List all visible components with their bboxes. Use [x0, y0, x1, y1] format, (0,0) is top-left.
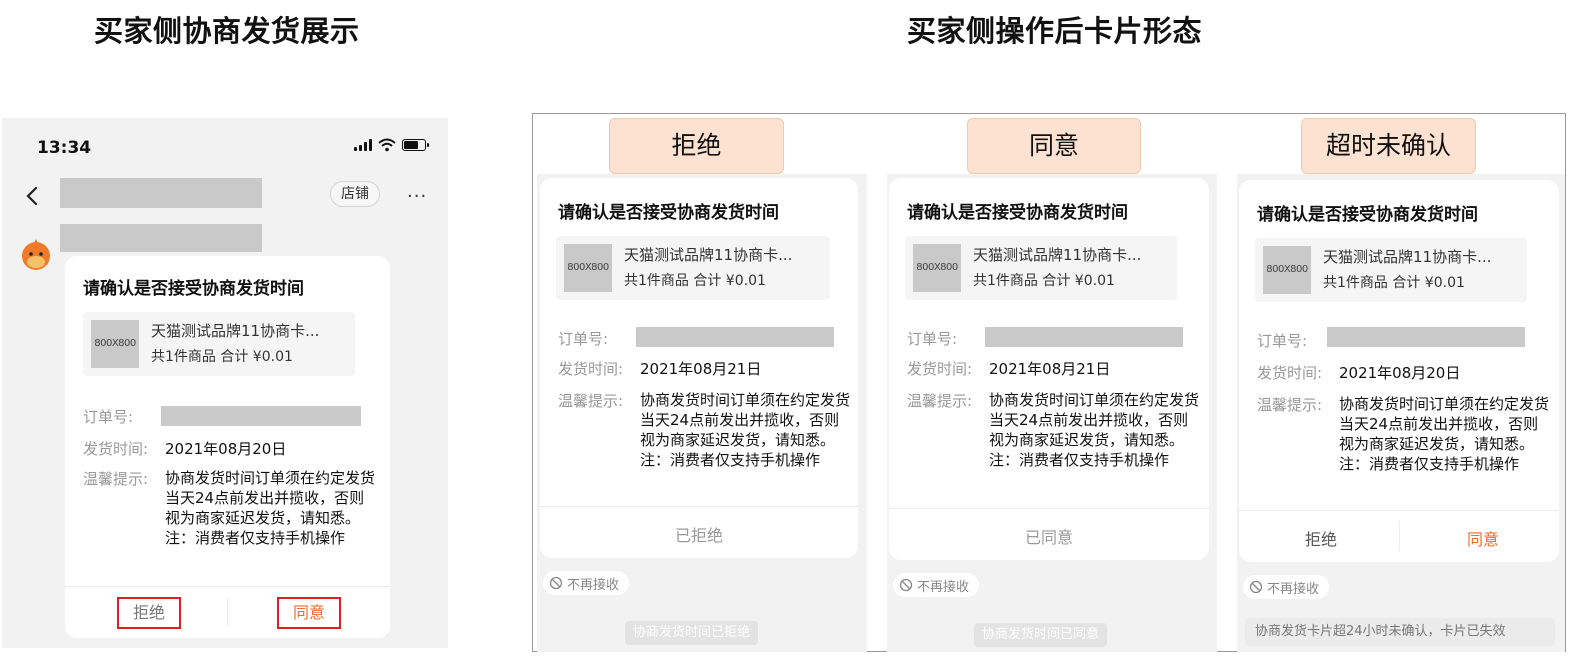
tip-text: 协商发货时间订单须在约定发货当天24点前发出并揽收，否则视为商家延迟发货，请知悉…	[1339, 395, 1550, 473]
agreed-status: 已同意	[1024, 528, 1073, 547]
product-summary: 共1件商品 合计 ¥0.01	[1323, 275, 1465, 291]
button-divider	[227, 597, 228, 627]
system-message: 协商发货时间已拒绝	[625, 621, 759, 645]
card-title: 请确认是否接受协商发货时间	[1257, 205, 1478, 225]
ship-time-value: 2021年08月21日	[989, 360, 1111, 378]
state-label-rejected: 拒绝	[609, 118, 784, 174]
product-name: 天猫测试品牌11协商卡...	[151, 322, 320, 340]
order-label: 订单号:	[558, 330, 609, 348]
tip-text: 协商发货时间订单须在约定发货当天24点前发出并揽收，否则视为商家延迟发货，请知悉…	[989, 391, 1200, 469]
product-thumbnail: 800X800	[91, 320, 139, 368]
product-item[interactable]: 800X800 天猫测试品牌11协商卡... 共1件商品 合计 ¥0.01	[905, 236, 1177, 300]
ship-time-label: 发货时间:	[83, 440, 149, 458]
order-number-redacted	[1327, 327, 1525, 347]
card-agreed: 请确认是否接受协商发货时间 800X800 天猫测试品牌11协商卡... 共1件…	[889, 178, 1209, 560]
no-receive-label: 不再接收	[567, 577, 620, 593]
reject-button[interactable]: 拒绝	[1289, 526, 1353, 550]
order-label: 订单号:	[83, 408, 134, 426]
state-label-timeout: 超时未确认	[1301, 118, 1476, 174]
sender-name-redacted	[60, 224, 262, 252]
tip-text: 协商发货时间订单须在约定发货当天24点前发出并揽收，否则视为商家延迟发货，请知悉…	[640, 391, 851, 469]
card-states-frame: 拒绝 请确认是否接受协商发货时间 800X800 天猫测试品牌11协商卡... …	[532, 113, 1566, 652]
no-receive-button[interactable]: 不再接收	[543, 571, 630, 595]
reject-button[interactable]: 拒绝	[117, 597, 181, 629]
ship-time-value: 2021年08月20日	[165, 440, 287, 458]
card-title: 请确认是否接受协商发货时间	[558, 203, 779, 223]
product-name: 天猫测试品牌11协商卡...	[624, 246, 793, 264]
product-summary: 共1件商品 合计 ¥0.01	[624, 273, 766, 289]
footer-divider	[1239, 510, 1559, 511]
button-divider	[1399, 521, 1400, 551]
no-receive-button[interactable]: 不再接收	[1243, 575, 1330, 599]
ship-time-label: 发货时间:	[907, 360, 973, 378]
shop-name-redacted	[60, 178, 262, 208]
order-number-redacted	[161, 406, 361, 426]
footer-divider	[65, 586, 390, 587]
order-label: 订单号:	[907, 330, 958, 348]
right-heading: 买家侧操作后卡片形态	[907, 14, 1203, 48]
system-message: 协商发货时间已同意	[974, 623, 1108, 647]
chat-navbar: 店铺 ···	[2, 174, 448, 218]
card-rejected: 请确认是否接受协商发货时间 800X800 天猫测试品牌11协商卡... 共1件…	[540, 178, 858, 558]
product-name: 天猫测试品牌11协商卡...	[1323, 248, 1492, 266]
status-icons	[354, 138, 429, 152]
order-number-redacted	[636, 327, 834, 347]
agree-button[interactable]: 同意	[1451, 526, 1515, 550]
no-receive-label: 不再接收	[1267, 581, 1320, 597]
back-arrow-icon[interactable]	[22, 184, 42, 208]
status-time: 13:34	[37, 138, 92, 158]
rejected-status: 已拒绝	[674, 526, 723, 545]
product-item[interactable]: 800X800 天猫测试品牌11协商卡... 共1件商品 合计 ¥0.01	[83, 312, 355, 376]
more-icon[interactable]: ···	[407, 186, 427, 207]
ship-time-label: 发货时间:	[558, 360, 624, 378]
product-item[interactable]: 800X800 天猫测试品牌11协商卡... 共1件商品 合计 ¥0.01	[1255, 238, 1527, 302]
wifi-icon	[378, 138, 396, 152]
block-icon	[899, 578, 913, 592]
state-label-agreed: 同意	[967, 118, 1141, 174]
tip-text: 协商发货时间订单须在约定发货当天24点前发出并揽收，否则视为商家延迟发货，请知悉…	[165, 469, 376, 547]
no-receive-button[interactable]: 不再接收	[893, 573, 980, 597]
product-name: 天猫测试品牌11协商卡...	[973, 246, 1142, 264]
block-icon	[549, 576, 563, 590]
product-thumbnail: 800X800	[564, 244, 612, 292]
ship-time-value: 2021年08月21日	[640, 360, 762, 378]
card-timeout: 请确认是否接受协商发货时间 800X800 天猫测试品牌11协商卡... 共1件…	[1239, 180, 1559, 562]
no-receive-label: 不再接收	[917, 579, 970, 595]
order-label: 订单号:	[1257, 332, 1308, 350]
battery-icon	[402, 139, 429, 151]
product-item[interactable]: 800X800 天猫测试品牌11协商卡... 共1件商品 合计 ¥0.01	[556, 236, 830, 300]
footer-divider	[889, 508, 1209, 509]
tip-label: 温馨提示:	[558, 392, 624, 410]
product-summary: 共1件商品 合计 ¥0.01	[973, 273, 1115, 289]
signal-icon	[354, 139, 372, 151]
card-title: 请确认是否接受协商发货时间	[83, 279, 304, 299]
shop-button[interactable]: 店铺	[330, 181, 380, 207]
ship-time-label: 发货时间:	[1257, 364, 1323, 382]
tip-label: 温馨提示:	[907, 392, 973, 410]
phone-screenshot: 13:34 店铺 ··· 请确认是否接受协商发货时间 800X800 天猫测试品	[2, 118, 448, 648]
product-summary: 共1件商品 合计 ¥0.01	[151, 349, 293, 365]
agree-button[interactable]: 同意	[277, 597, 341, 629]
product-thumbnail: 800X800	[1263, 246, 1311, 294]
avatar	[22, 239, 50, 270]
tip-label: 温馨提示:	[1257, 396, 1323, 414]
tip-label: 温馨提示:	[83, 470, 149, 488]
negotiation-card: 请确认是否接受协商发货时间 800X800 天猫测试品牌11协商卡... 共1件…	[65, 256, 390, 638]
order-number-redacted	[985, 327, 1183, 347]
system-message: 协商发货卡片超24小时未确认，卡片已失效	[1245, 618, 1555, 646]
card-title: 请确认是否接受协商发货时间	[907, 203, 1128, 223]
ship-time-value: 2021年08月20日	[1339, 364, 1461, 382]
product-thumbnail: 800X800	[913, 244, 961, 292]
block-icon	[1249, 580, 1263, 594]
left-heading: 买家侧协商发货展示	[94, 14, 360, 48]
footer-divider	[540, 506, 858, 507]
